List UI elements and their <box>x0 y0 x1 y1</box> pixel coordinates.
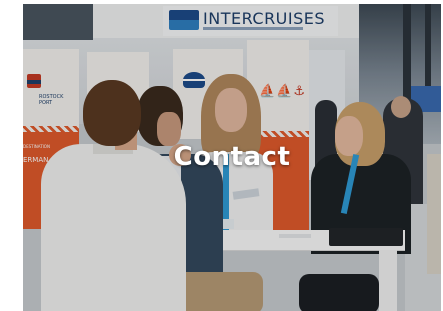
hero-image: INTERCRUISES ROSTOCK PORT DESTINATION ER… <box>23 4 441 311</box>
page-title: Contact <box>173 142 291 172</box>
